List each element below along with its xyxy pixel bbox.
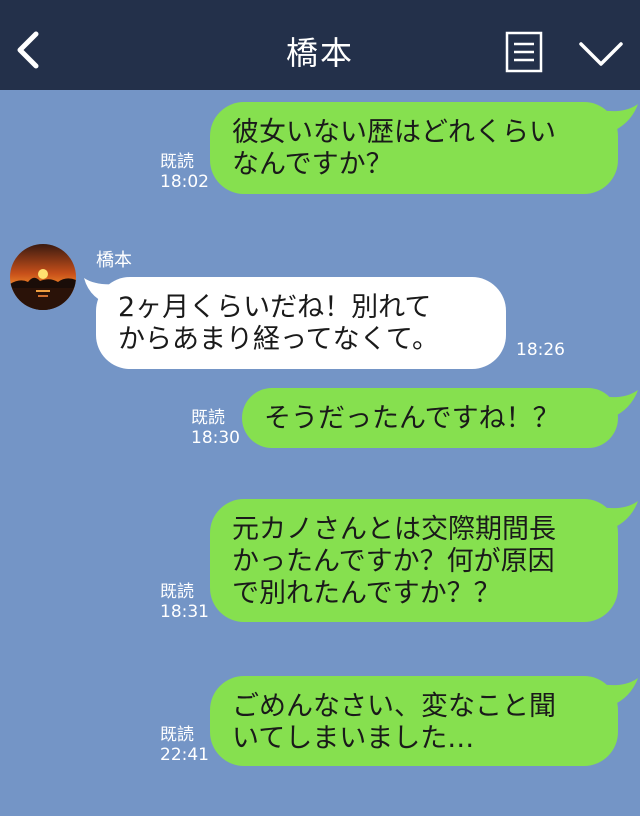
message-bubble[interactable]: 2ヶ月くらいだね！別れて からあまり経ってなくて。 xyxy=(96,277,506,369)
timestamp: 18:31 xyxy=(160,602,209,622)
sunset-photo-icon xyxy=(10,244,76,310)
timestamp: 18:30 xyxy=(191,428,240,448)
timestamp: 18:02 xyxy=(160,172,209,192)
chat-header: 橋本 xyxy=(0,0,640,90)
avatar[interactable] xyxy=(10,244,76,310)
sender-name: 橋本 xyxy=(96,250,132,271)
chevron-down-icon[interactable] xyxy=(578,40,624,68)
timestamp: 22:41 xyxy=(160,745,209,765)
read-receipt: 既読 18:30 xyxy=(191,408,240,448)
timestamp: 18:26 xyxy=(516,340,565,360)
read-label: 既読 xyxy=(160,725,194,745)
notes-icon[interactable] xyxy=(505,31,543,73)
read-label: 既読 xyxy=(160,582,194,602)
message-bubble[interactable]: 彼女いない歴はどれくらい なんですか？ xyxy=(210,102,618,194)
chat-title: 橋本 xyxy=(285,34,354,72)
read-receipt: 既読 18:31 xyxy=(160,582,209,622)
message-bubble[interactable]: そうだったんですね！？ xyxy=(242,388,618,448)
message-bubble[interactable]: ごめんなさい、変なこと聞 いてしまいました… xyxy=(210,676,618,766)
read-receipt: 既読 22:41 xyxy=(160,725,209,765)
read-label: 既読 xyxy=(160,152,194,172)
message-bubble[interactable]: 元カノさんとは交際期間長 かったんですか？何が原因 で別れたんですか？？ xyxy=(210,499,618,622)
read-receipt: 既読 18:02 xyxy=(160,152,209,192)
read-label: 既読 xyxy=(191,408,225,428)
